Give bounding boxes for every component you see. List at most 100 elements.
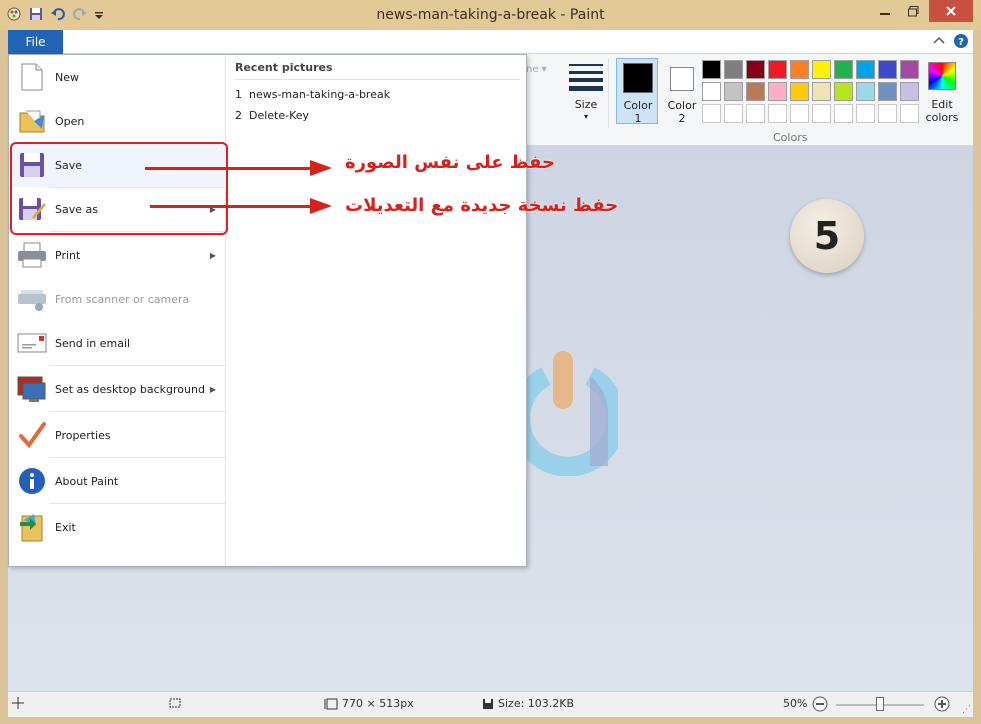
- color-2-button[interactable]: Color 2: [660, 58, 702, 125]
- size-label: Size: [574, 98, 598, 111]
- help-icon[interactable]: ?: [953, 33, 969, 52]
- email-icon: [17, 328, 47, 358]
- scanner-icon: [17, 284, 47, 314]
- palette-swatch[interactable]: [878, 104, 897, 123]
- menu-separator: [49, 457, 226, 458]
- file-menu-commands: New Open Save Save as ▶ Print ▶ From sca…: [9, 55, 226, 566]
- menu-item-label: Print: [55, 248, 81, 262]
- palette-swatch[interactable]: [900, 82, 919, 101]
- palette-swatch[interactable]: [790, 104, 809, 123]
- menu-item-label: Exit: [55, 520, 76, 534]
- size-button[interactable]: Size ▾: [564, 60, 608, 126]
- palette-swatch[interactable]: [900, 104, 919, 123]
- edit-colors-label-1: Edit: [931, 98, 953, 111]
- edit-colors-label-2: colors: [925, 111, 959, 124]
- palette-swatch[interactable]: [900, 60, 919, 79]
- menu-item-properties[interactable]: Properties: [9, 413, 226, 457]
- menu-item-exit[interactable]: Exit: [9, 505, 226, 549]
- collapse-ribbon-icon[interactable]: [933, 35, 945, 48]
- palette-swatch[interactable]: [702, 60, 721, 79]
- ribbon-tab-bar: ?: [8, 30, 973, 54]
- zoom-in-icon: [934, 696, 950, 712]
- selection-icon: [169, 698, 181, 708]
- palette-swatch[interactable]: [812, 82, 831, 101]
- palette-swatch[interactable]: [702, 104, 721, 123]
- recent-item[interactable]: 1 news-man-taking-a-break: [235, 88, 390, 101]
- palette-swatch[interactable]: [834, 60, 853, 79]
- palette-swatch[interactable]: [746, 82, 765, 101]
- dimensions-icon: [324, 698, 338, 709]
- arrow-head-save-as: [310, 198, 332, 214]
- zoom-in-button[interactable]: [934, 696, 950, 712]
- palette-swatch[interactable]: [790, 82, 809, 101]
- zoom-out-button[interactable]: [812, 696, 828, 712]
- window-title: news-man-taking-a-break - Paint: [376, 7, 605, 23]
- divider: [608, 58, 609, 128]
- menu-item-label: Properties: [55, 428, 111, 442]
- palette-swatch[interactable]: [768, 60, 787, 79]
- palette-swatch[interactable]: [834, 104, 853, 123]
- palette-swatch[interactable]: [724, 60, 743, 79]
- palette-swatch[interactable]: [768, 82, 787, 101]
- save-as-annotation: حفظ نسخة جديدة مع التعديلات: [345, 195, 619, 216]
- checkmark-icon: [17, 420, 47, 450]
- menu-item-about[interactable]: About Paint: [9, 459, 226, 503]
- color-1-number: 1: [634, 112, 642, 125]
- palette-swatch[interactable]: [702, 82, 721, 101]
- file-size: Size: 103.2KB: [482, 697, 574, 710]
- open-folder-icon: [17, 106, 47, 136]
- palette-swatch[interactable]: [724, 82, 743, 101]
- palette-swatch[interactable]: [834, 82, 853, 101]
- close-button[interactable]: [929, 0, 973, 22]
- recent-item-number: 1: [235, 88, 242, 101]
- palette-swatch[interactable]: [878, 82, 897, 101]
- file-tab[interactable]: File: [8, 30, 63, 54]
- menu-item-label: Set as desktop background: [55, 382, 205, 396]
- menu-item-desktop-background[interactable]: Set as desktop background ▶: [9, 367, 226, 411]
- minimize-icon: [880, 13, 890, 15]
- palette-swatch[interactable]: [768, 104, 787, 123]
- resize-grip-icon[interactable]: ⋰: [962, 705, 971, 715]
- menu-item-scanner[interactable]: From scanner or camera: [9, 277, 226, 321]
- palette-swatch[interactable]: [856, 60, 875, 79]
- minimize-button[interactable]: [872, 0, 898, 22]
- palette-swatch[interactable]: [812, 60, 831, 79]
- disk-icon: [483, 698, 493, 709]
- edit-colors-icon: [928, 62, 956, 90]
- line-size-icon: [569, 64, 603, 91]
- menu-item-label: Send in email: [55, 336, 131, 350]
- menu-item-print[interactable]: Print ▶: [9, 233, 226, 277]
- info-icon: [17, 466, 47, 496]
- palette-swatch[interactable]: [724, 104, 743, 123]
- file-size-text: Size: 103.2KB: [498, 697, 575, 710]
- partial-ribbon-label: ne ▾: [526, 64, 547, 75]
- recent-item-name: news-man-taking-a-break: [249, 88, 391, 101]
- new-file-icon: [17, 62, 47, 92]
- palette-swatch[interactable]: [856, 82, 875, 101]
- cursor-position: [12, 697, 24, 709]
- menu-separator: [49, 503, 226, 504]
- zoom-slider-thumb[interactable]: [876, 697, 884, 711]
- menu-item-open[interactable]: Open: [9, 99, 226, 143]
- color-1-button[interactable]: Color 1: [616, 58, 658, 125]
- status-bar: 770 × 513px Size: 103.2KB 50% ⋰: [8, 691, 973, 717]
- recent-pictures-heading: Recent pictures: [235, 61, 333, 74]
- colors-group-label: Colors: [773, 131, 808, 144]
- menu-item-send-email[interactable]: Send in email: [9, 321, 226, 365]
- recent-divider: [235, 79, 520, 80]
- recent-item-name: Delete-Key: [249, 109, 310, 122]
- arrow-save-as: [150, 205, 313, 208]
- maximize-button[interactable]: [900, 0, 926, 22]
- palette-swatch[interactable]: [812, 104, 831, 123]
- menu-item-new[interactable]: New: [9, 55, 226, 99]
- palette-swatch[interactable]: [790, 60, 809, 79]
- edit-colors-button[interactable]: Edit colors: [922, 60, 968, 126]
- palette-swatch[interactable]: [746, 104, 765, 123]
- image-dimensions: 770 × 513px: [324, 697, 414, 710]
- recent-item-number: 2: [235, 109, 242, 122]
- palette-swatch[interactable]: [856, 104, 875, 123]
- palette-swatch[interactable]: [878, 60, 897, 79]
- recent-item[interactable]: 2 Delete-Key: [235, 109, 309, 122]
- palette-swatch[interactable]: [746, 60, 765, 79]
- color-2-swatch: [670, 67, 694, 91]
